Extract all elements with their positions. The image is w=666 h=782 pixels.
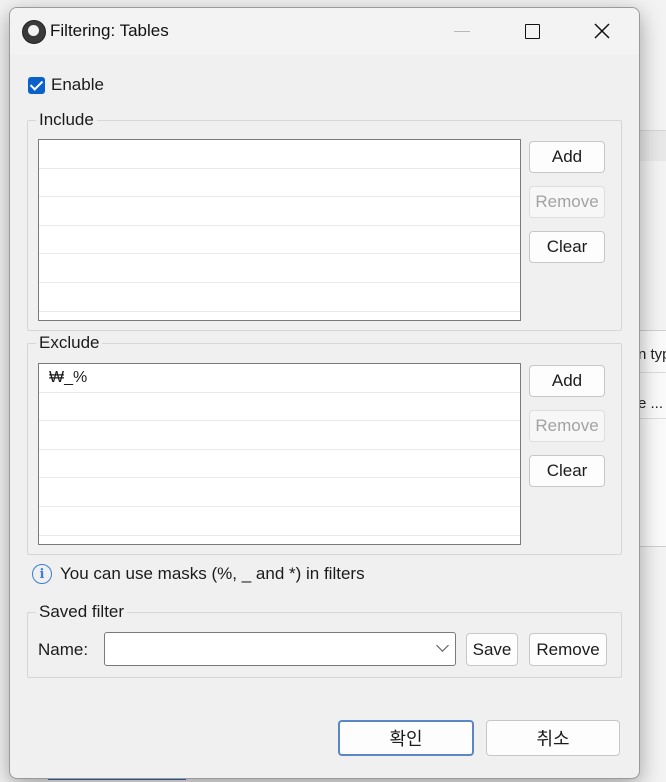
- background-cell: e ...: [638, 395, 664, 412]
- saved-filter-legend: Saved filter: [39, 602, 125, 621]
- maximize-icon: [524, 23, 540, 39]
- list-item[interactable]: [39, 197, 520, 226]
- mask-hint-text: You can use masks (%, _ and *) in filter…: [60, 564, 365, 583]
- list-item[interactable]: [39, 478, 520, 507]
- dialog-title: Filtering: Tables: [50, 21, 169, 40]
- minimize-button[interactable]: [427, 8, 497, 54]
- close-icon: [594, 23, 610, 39]
- enable-checkbox[interactable]: [28, 76, 45, 94]
- saved-filter-name-combo[interactable]: [104, 632, 456, 666]
- minimize-icon: [454, 30, 470, 32]
- background-row-divider: [638, 418, 666, 419]
- save-filter-button[interactable]: Save: [466, 633, 518, 666]
- list-item[interactable]: ₩_%: [39, 364, 520, 393]
- background-row-divider: [638, 372, 666, 373]
- include-clear-button[interactable]: Clear: [529, 231, 605, 263]
- include-list[interactable]: [38, 139, 521, 321]
- enable-checkbox-row[interactable]: Enable: [28, 75, 104, 95]
- filtering-dialog: Filtering: Tables Enable Include Add Rem…: [9, 7, 640, 779]
- remove-filter-button[interactable]: Remove: [529, 633, 607, 666]
- background-panel: [638, 130, 666, 161]
- info-icon: i: [32, 564, 52, 584]
- enable-label: Enable: [51, 75, 104, 94]
- list-item[interactable]: [39, 421, 520, 450]
- ok-button[interactable]: 확인: [338, 720, 474, 756]
- list-item[interactable]: [39, 450, 520, 479]
- exclude-list[interactable]: ₩_%: [38, 363, 521, 545]
- list-item[interactable]: [39, 507, 520, 536]
- list-item[interactable]: [39, 254, 520, 283]
- cancel-button[interactable]: 취소: [486, 720, 620, 756]
- list-item[interactable]: [39, 226, 520, 255]
- chevron-down-icon[interactable]: [436, 639, 449, 652]
- close-button[interactable]: [567, 8, 637, 54]
- list-item[interactable]: [39, 393, 520, 422]
- include-remove-button[interactable]: Remove: [529, 186, 605, 218]
- list-item[interactable]: [39, 283, 520, 312]
- background-column-header: n typ: [638, 346, 666, 363]
- title-bar[interactable]: Filtering: Tables: [10, 8, 639, 54]
- list-item[interactable]: [39, 140, 520, 169]
- maximize-button[interactable]: [497, 8, 567, 54]
- list-item[interactable]: [39, 169, 520, 198]
- exclude-add-button[interactable]: Add: [529, 365, 605, 397]
- include-add-button[interactable]: Add: [529, 141, 605, 173]
- exclude-legend: Exclude: [39, 333, 100, 352]
- mask-hint: i You can use masks (%, _ and *) in filt…: [32, 564, 365, 584]
- exclude-remove-button[interactable]: Remove: [529, 410, 605, 442]
- app-icon: [22, 20, 46, 44]
- exclude-clear-button[interactable]: Clear: [529, 455, 605, 487]
- include-legend: Include: [39, 110, 94, 129]
- name-label: Name:: [38, 640, 89, 659]
